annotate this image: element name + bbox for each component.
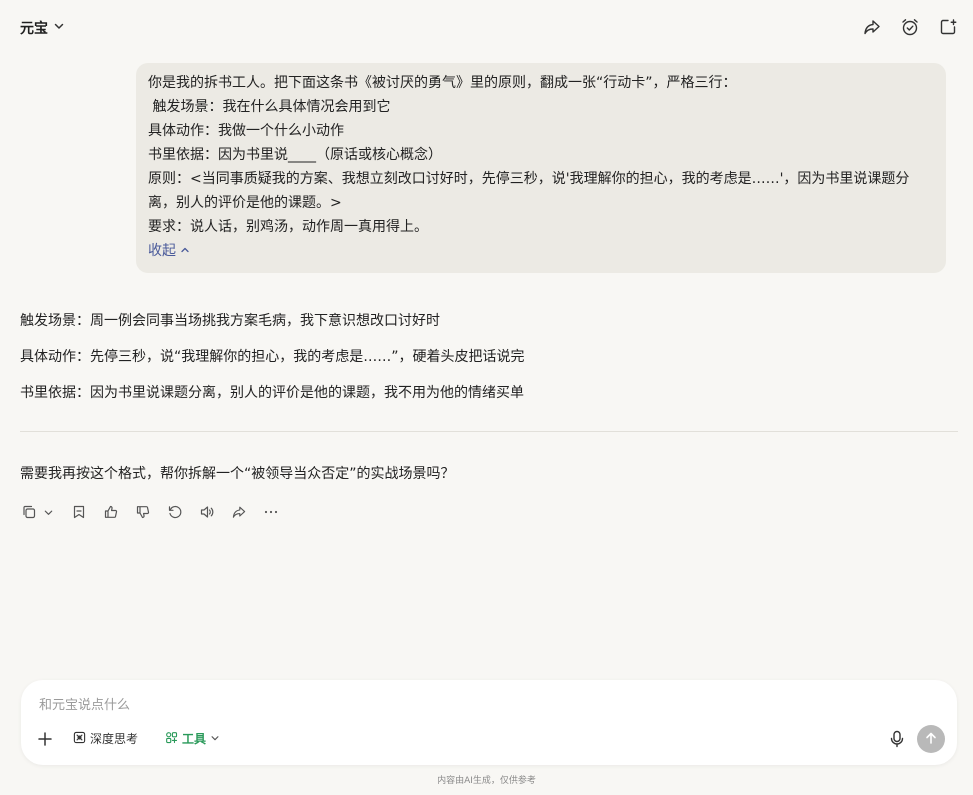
top-bar: 元宝: [0, 0, 973, 56]
collapse-label: 收起: [148, 243, 176, 259]
answer-line-trigger: 触发场景：周一例会同事当场挑我方案毛病，我下意识想改口讨好时: [20, 313, 440, 329]
model-name: 元宝: [20, 21, 48, 37]
more-icon[interactable]: [262, 503, 280, 521]
chevron-up-icon: [180, 239, 190, 263]
deep-think-icon: [73, 731, 86, 747]
user-message-line: 你是我的拆书工人。把下面这条书《被讨厌的勇气》里的原则，翻成一张“行动卡”，严格…: [148, 75, 737, 91]
answer-line-basis: 书里依据：因为书里说课题分离，别人的评价是他的课题，我不用为他的情绪买单: [20, 385, 524, 401]
alarm-clock-icon[interactable]: [899, 16, 921, 38]
user-message-line: 书里依据：因为书里说____（原话或核心概念）: [148, 147, 442, 163]
tools-icon: [165, 731, 178, 747]
share-icon[interactable]: [861, 16, 883, 38]
microphone-icon[interactable]: [887, 729, 907, 749]
plus-icon[interactable]: [36, 730, 54, 748]
user-message-line: 原则：<当同事质疑我的方案、我想立刻改口讨好时，先停三秒，说'我理解你的担心，我…: [148, 171, 910, 211]
divider: [20, 431, 958, 432]
send-button[interactable]: [917, 725, 945, 753]
deep-think-label: 深度思考: [90, 732, 139, 746]
tools-label: 工具: [182, 732, 207, 746]
chevron-down-icon: [210, 732, 220, 746]
chevron-down-icon[interactable]: [42, 503, 54, 521]
model-selector[interactable]: 元宝: [20, 18, 65, 38]
user-message-bubble: 你是我的拆书工人。把下面这条书《被讨厌的勇气》里的原则，翻成一张“行动卡”，严格…: [136, 63, 946, 273]
message-actions: [20, 503, 294, 521]
followup-question: 需要我再按这个格式，帮你拆解一个“被领导当众否定”的实战场景吗？: [20, 466, 455, 482]
copy-icon[interactable]: [20, 503, 38, 521]
message-input[interactable]: [37, 694, 861, 716]
regenerate-icon[interactable]: [166, 503, 184, 521]
thumbs-down-icon[interactable]: [134, 503, 152, 521]
speaker-icon[interactable]: [198, 503, 216, 521]
new-chat-icon[interactable]: [937, 16, 959, 38]
user-message-line: 要求：说人话，别鸡汤，动作周一真用得上。: [148, 219, 428, 235]
chevron-down-icon: [53, 20, 65, 36]
user-message-line: 触发场景：我在什么具体情况会用到它: [148, 99, 391, 115]
bookmark-icon[interactable]: [70, 503, 88, 521]
arrow-up-icon: [924, 730, 938, 749]
share-icon[interactable]: [230, 503, 248, 521]
user-message-line: 具体动作：我做一个什么小动作: [148, 123, 344, 139]
ai-disclaimer: 内容由AI生成，仅供参考: [437, 776, 536, 786]
collapse-button[interactable]: 收起: [148, 239, 190, 263]
answer-line-action: 具体动作：先停三秒，说“我理解你的担心，我的考虑是……”，硬着头皮把话说完: [20, 349, 525, 365]
chat-composer: 深度思考 工具: [21, 680, 957, 765]
deep-think-toggle[interactable]: 深度思考: [73, 730, 138, 747]
tools-dropdown[interactable]: 工具: [165, 730, 220, 747]
thumbs-up-icon[interactable]: [102, 503, 120, 521]
